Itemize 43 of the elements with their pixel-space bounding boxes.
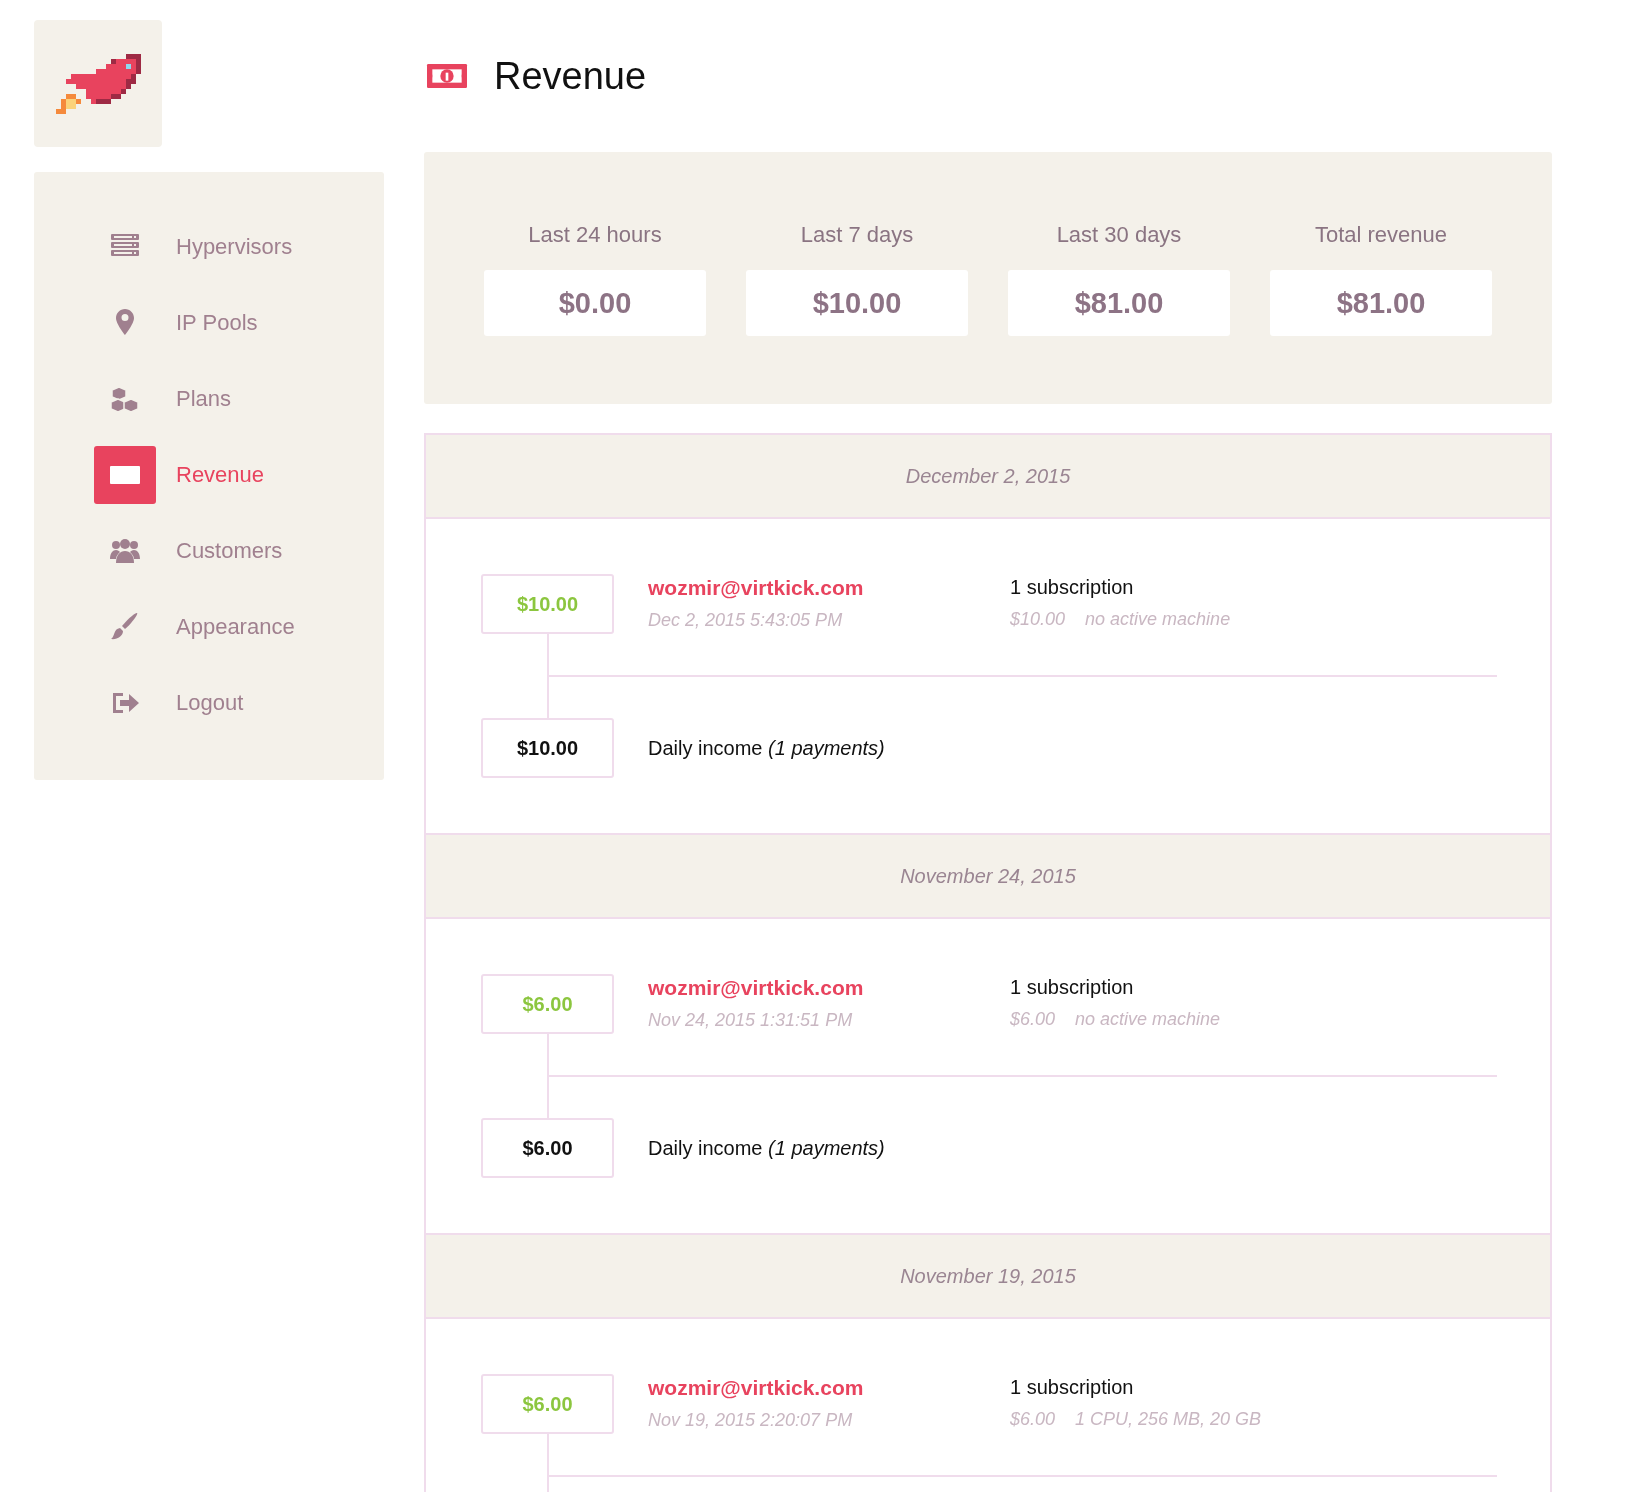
sidebar-item[interactable]: Plans — [94, 368, 384, 430]
daily-income-label: Daily income (1 payments) — [648, 1136, 885, 1160]
subscription-price: $6.00 — [1010, 1409, 1056, 1430]
daily-income-amount: $10.00 — [481, 718, 614, 778]
sidebar-item[interactable]: Revenue — [94, 444, 384, 506]
subscription-summary: 1 subscription — [1010, 976, 1135, 999]
daily-income-label: Daily income (1 payments) — [648, 736, 885, 760]
subscription-summary: 1 subscription — [1010, 576, 1135, 599]
payment-time: Nov 19, 2015 2:20:07 PM — [648, 1410, 854, 1431]
stat-value: $81.00 — [1008, 270, 1230, 336]
subscription-summary: 1 subscription — [1010, 1376, 1135, 1399]
sidebar-item[interactable]: Hypervisors — [94, 216, 384, 278]
day-date: December 2, 2015 — [905, 464, 1071, 488]
payment-amount: $10.00 — [481, 574, 614, 634]
stat-value: $0.00 — [484, 270, 706, 336]
sidebar-item[interactable]: Logout — [94, 672, 384, 734]
customer-email[interactable]: wozmir@virtkick.com — [648, 576, 1010, 600]
machine-info: no active machine — [1075, 1009, 1221, 1030]
stat-label: Last 24 hours — [528, 222, 662, 248]
stat-label: Total revenue — [1314, 222, 1448, 248]
subscription-price: $6.00 — [1010, 1009, 1056, 1030]
stat-value: $81.00 — [1270, 270, 1492, 336]
sidebar-item[interactable]: Appearance — [94, 596, 384, 658]
day-date: November 24, 2015 — [900, 864, 1076, 888]
sidebar-item[interactable]: IP Pools — [94, 292, 384, 354]
sidebar-item[interactable]: Customers — [94, 520, 384, 582]
customer-email[interactable]: wozmir@virtkick.com — [648, 1376, 1010, 1400]
subscription-price: $10.00 — [1010, 609, 1066, 630]
customer-email[interactable]: wozmir@virtkick.com — [648, 976, 1010, 1000]
stat-label: Last 7 days — [800, 222, 914, 248]
machine-info: 1 CPU, 256 MB, 20 GB — [1075, 1409, 1262, 1430]
page-title: Revenue — [494, 54, 647, 98]
daily-income-amount: $6.00 — [481, 1118, 614, 1178]
payment-amount: $6.00 — [481, 1374, 614, 1434]
payment-amount: $6.00 — [481, 974, 614, 1034]
stat-value: $10.00 — [746, 270, 968, 336]
rocket-logo-icon — [55, 53, 141, 114]
logo-tile[interactable] — [34, 20, 162, 147]
day-date: November 19, 2015 — [900, 1264, 1076, 1288]
stat-label: Last 30 days — [1056, 222, 1182, 248]
payment-time: Nov 24, 2015 1:31:51 PM — [648, 1010, 854, 1031]
machine-info: no active machine — [1085, 609, 1231, 630]
payment-time: Dec 2, 2015 5:43:05 PM — [648, 610, 844, 631]
